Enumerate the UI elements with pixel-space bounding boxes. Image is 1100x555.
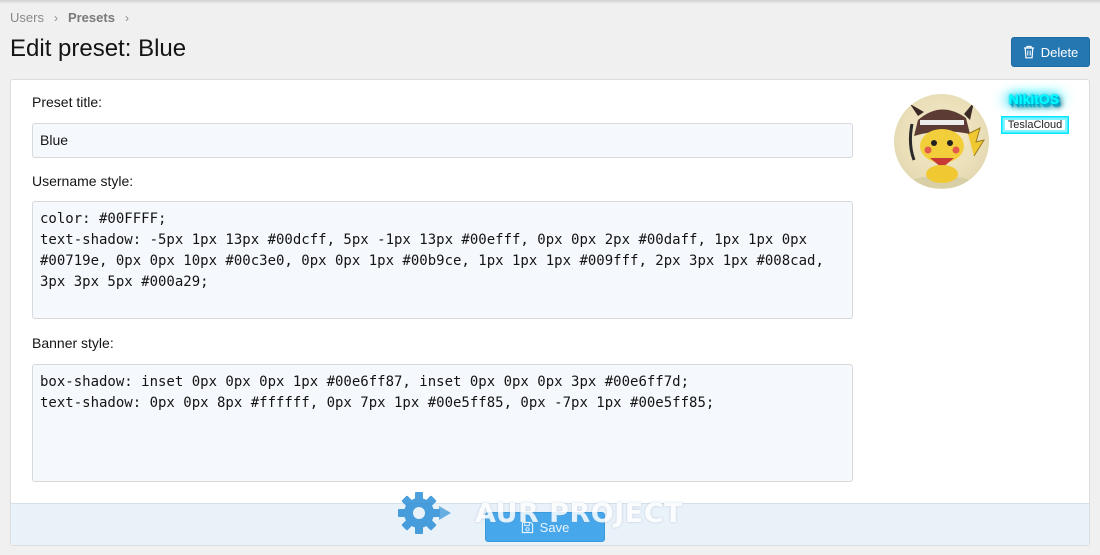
username-style-label: Username style: <box>32 173 134 189</box>
page-title: Edit preset: Blue <box>10 35 187 62</box>
top-shadow <box>0 0 1100 4</box>
chevron-right-icon: › <box>124 10 129 25</box>
trash-icon <box>1023 45 1034 59</box>
breadcrumb: Users › Presets › <box>10 10 139 25</box>
banner-style-textarea[interactable]: box-shadow: inset 0px 0px 0px 1px #00e6f… <box>32 364 853 482</box>
breadcrumb-users[interactable]: Users <box>10 10 44 25</box>
preset-title-label: Preset title: <box>32 94 103 110</box>
banner-style-label: Banner style: <box>32 335 114 351</box>
chevron-right-icon: › <box>53 10 58 25</box>
save-button-label: Save <box>539 519 570 535</box>
username-preview: NikitOS <box>1008 91 1060 107</box>
delete-button[interactable]: Delete <box>1011 37 1090 67</box>
save-button[interactable]: Save <box>485 512 605 542</box>
preset-title-input[interactable]: Blue <box>32 123 853 158</box>
username-style-textarea[interactable]: color: #00FFFF; text-shadow: -5px 1px 13… <box>32 201 853 319</box>
save-icon <box>521 521 533 533</box>
pikachu-avatar-image <box>908 102 986 188</box>
preset-form-panel: Preset title: Blue Username style: color… <box>10 79 1090 546</box>
breadcrumb-presets[interactable]: Presets <box>68 10 115 25</box>
form-footer: Save <box>11 503 1089 545</box>
delete-button-label: Delete <box>1040 44 1079 60</box>
avatar <box>894 94 989 189</box>
banner-preview: TeslaCloud <box>1001 116 1069 134</box>
